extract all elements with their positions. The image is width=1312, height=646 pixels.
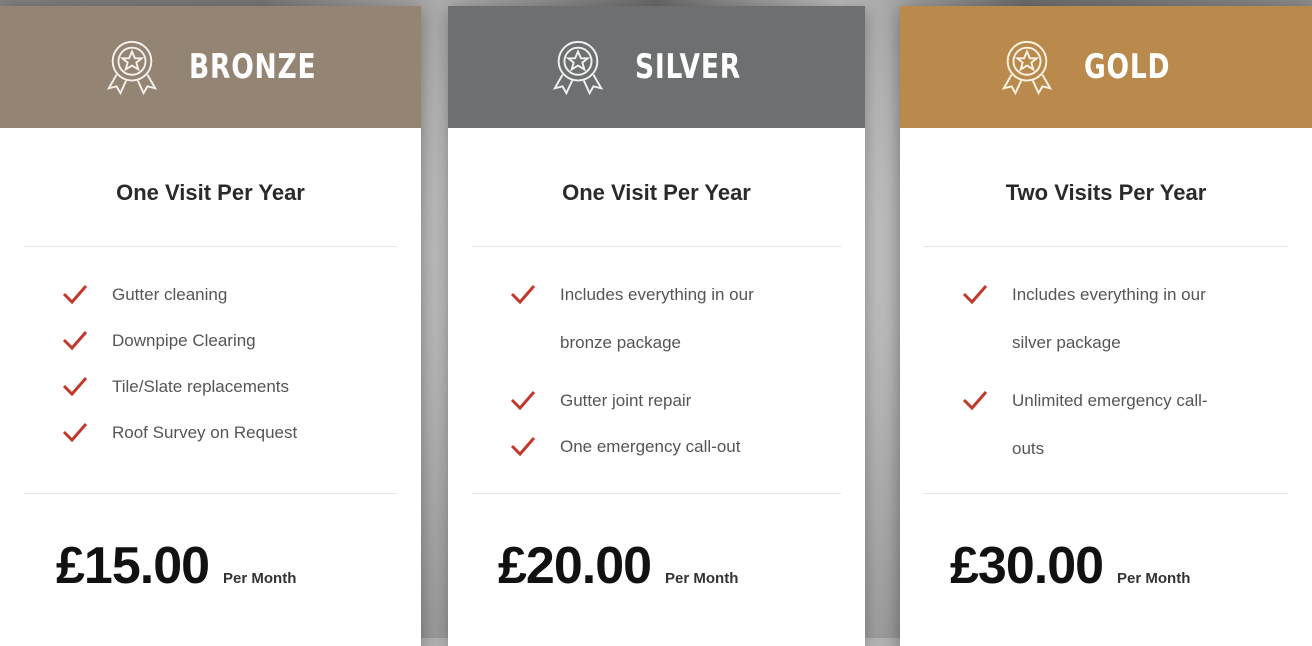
check-icon: [62, 377, 88, 397]
check-icon: [962, 285, 988, 305]
feature-list: Gutter cleaning Downpipe Clearing Tile/S…: [0, 283, 421, 493]
feature-item: Gutter joint repair: [448, 389, 865, 413]
visit-frequency: One Visit Per Year: [116, 180, 305, 205]
divider: [924, 493, 1288, 494]
check-icon: [62, 331, 88, 351]
price-row: £15.00 Per Month: [0, 536, 421, 596]
award-badge-icon: [552, 40, 603, 96]
feature-list: Includes everything in our silver packag…: [900, 283, 1312, 493]
price: £15.00: [56, 537, 210, 595]
feature-text: Includes everything in our silver packag…: [1012, 285, 1206, 352]
plan-header-gold: GOLD: [900, 6, 1312, 128]
feature-text: Tile/Slate replacements: [112, 377, 290, 396]
feature-list: Includes everything in our bronze packag…: [448, 283, 865, 493]
plan-card-silver: SILVER One Visit Per Year Includes every…: [448, 6, 865, 646]
award-badge-icon: [106, 40, 157, 96]
feature-item: Downpipe Clearing: [0, 329, 421, 353]
price-period: Per Month: [223, 570, 297, 587]
divider: [472, 493, 841, 494]
feature-item: One emergency call-out: [448, 435, 865, 459]
feature-item: Includes everything in our bronze packag…: [448, 283, 865, 367]
feature-text: Gutter cleaning: [112, 285, 228, 304]
price-period: Per Month: [1117, 570, 1191, 587]
check-icon: [510, 437, 536, 457]
visit-frequency: One Visit Per Year: [562, 180, 751, 205]
plan-card-gold: GOLD Two Visits Per Year Includes everyt…: [900, 6, 1312, 646]
feature-item: Tile/Slate replacements: [0, 375, 421, 399]
feature-text: Unlimited emergency call-outs: [1012, 391, 1208, 458]
feature-item: Roof Survey on Request: [0, 421, 421, 445]
award-badge-icon: [1001, 40, 1053, 96]
check-icon: [510, 391, 536, 411]
plan-card-bronze: BRONZE One Visit Per Year Gutter cleanin…: [0, 6, 421, 646]
check-icon: [62, 423, 88, 443]
plan-header-bronze: BRONZE: [0, 6, 421, 128]
feature-text: Includes everything in our bronze packag…: [560, 285, 754, 352]
feature-text: Downpipe Clearing: [112, 331, 256, 350]
check-icon: [62, 285, 88, 305]
check-icon: [962, 391, 988, 411]
feature-text: One emergency call-out: [560, 437, 741, 456]
feature-item: Gutter cleaning: [0, 283, 421, 307]
feature-item: Unlimited emergency call-outs: [900, 389, 1312, 473]
price-row: £20.00 Per Month: [448, 536, 865, 596]
divider: [924, 246, 1288, 247]
tier-name: BRONZE: [188, 47, 316, 87]
feature-text: Gutter joint repair: [560, 391, 692, 410]
price-row: £30.00 Per Month: [900, 536, 1312, 596]
price: £20.00: [498, 537, 652, 595]
price-period: Per Month: [665, 570, 739, 587]
check-icon: [510, 285, 536, 305]
divider: [472, 246, 841, 247]
feature-text: Roof Survey on Request: [112, 423, 298, 442]
visit-frequency: Two Visits Per Year: [1005, 180, 1207, 205]
plan-header-silver: SILVER: [448, 6, 865, 128]
divider: [24, 246, 397, 247]
divider: [24, 493, 397, 494]
tier-name: SILVER: [634, 47, 741, 87]
price: £30.00: [950, 537, 1104, 595]
tier-name: GOLD: [1084, 47, 1171, 87]
feature-item: Includes everything in our silver packag…: [900, 283, 1312, 367]
